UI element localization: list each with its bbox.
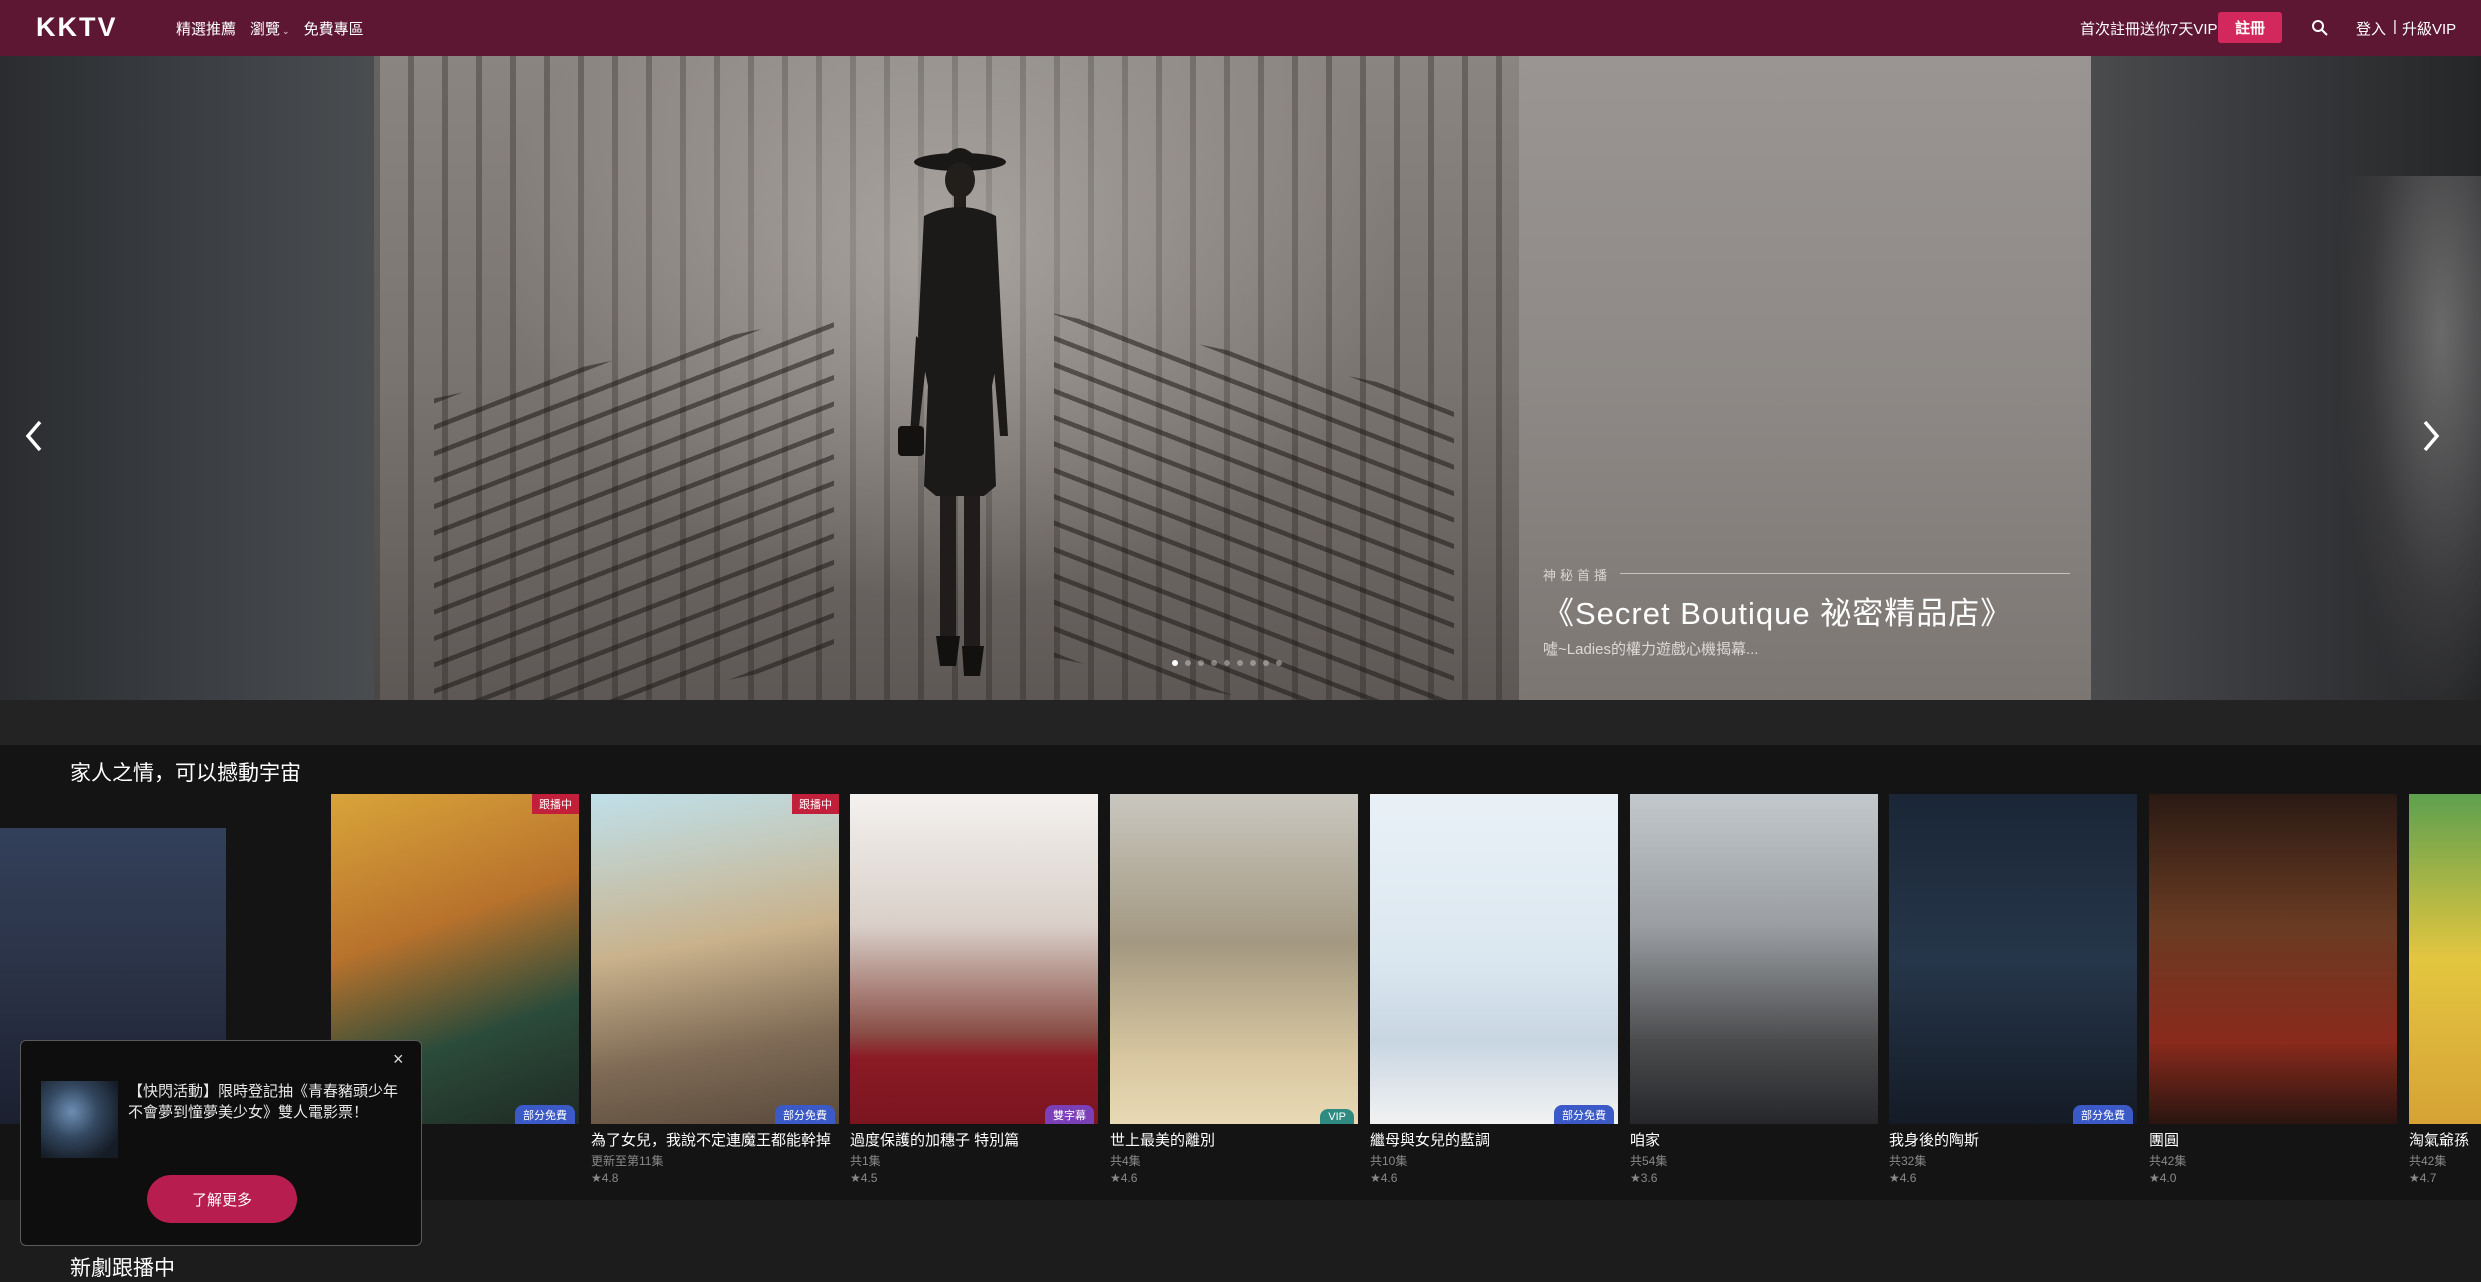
card-episodes: 共32集 bbox=[1889, 1154, 1927, 1168]
card-rating: ★4.6 bbox=[1110, 1171, 1138, 1185]
poster-image: 雙字幕 bbox=[850, 794, 1098, 1124]
card-rating: ★4.5 bbox=[850, 1171, 878, 1185]
card-title: 我身後的陶斯 bbox=[1889, 1132, 1980, 1149]
card-title: 為了女兒，我說不定連魔王都能幹掉 bbox=[591, 1132, 832, 1149]
status-badge: 部分免費 bbox=[775, 1105, 835, 1124]
chevron-right-icon[interactable] bbox=[2415, 416, 2445, 456]
card-title: 咱家 bbox=[1630, 1132, 1661, 1149]
carousel-dot[interactable] bbox=[1250, 660, 1256, 666]
nav-browse-label: 瀏覽 bbox=[250, 21, 281, 38]
drama-card[interactable]: 跟播中 部分免費 為了女兒，我說不定連魔王都能幹掉 更新至第11集 ★4.8 bbox=[591, 794, 839, 1185]
status-badge: 部分免費 bbox=[2073, 1105, 2133, 1124]
card-title: 過度保護的加穗子 特別篇 bbox=[850, 1132, 1020, 1149]
drama-card[interactable]: 團圓 共42集 ★4.0 bbox=[2149, 794, 2397, 1185]
header-separator: | bbox=[2393, 18, 2397, 35]
status-badge: VIP bbox=[1320, 1109, 1354, 1124]
hero-prev-slide-preview[interactable] bbox=[0, 56, 374, 700]
status-badge: 部分免費 bbox=[1554, 1105, 1614, 1124]
hero-pews-left bbox=[434, 313, 834, 700]
drama-card[interactable]: 部分免費 我身後的陶斯 共32集 ★4.6 bbox=[1889, 794, 2137, 1185]
card-rating: ★4.0 bbox=[2149, 1171, 2177, 1185]
next-slide-figure bbox=[2341, 176, 2481, 700]
poster-image: VIP bbox=[1110, 794, 1358, 1124]
card-rating: ★4.6 bbox=[1889, 1171, 1917, 1185]
card-rating: ★3.6 bbox=[1630, 1171, 1658, 1185]
hero-artwork bbox=[374, 56, 1519, 700]
main-nav: 精選推薦 瀏覽 ⌄ 免費專區 bbox=[176, 18, 364, 39]
card-rating: ★4.6 bbox=[1370, 1171, 1398, 1185]
carousel-dot[interactable] bbox=[1211, 660, 1217, 666]
chevron-left-icon[interactable] bbox=[20, 416, 50, 456]
promo-text: 【快閃活動】限時登記抽《青春豬頭少年不會夢到憧夢美少女》雙人電影票！ bbox=[128, 1083, 399, 1121]
kktv-logo[interactable]: KKTV bbox=[36, 12, 118, 43]
login-link[interactable]: 登入 bbox=[2356, 18, 2386, 39]
card-rating: ★4.8 bbox=[591, 1171, 619, 1185]
poster-image: 部分免費 bbox=[1370, 794, 1618, 1124]
carousel-dot[interactable] bbox=[1237, 660, 1243, 666]
hero-figure-silhouette bbox=[898, 148, 1008, 676]
hero-subtitle: 噓~Ladies的權力遊戲心機揭幕... bbox=[1543, 641, 1759, 658]
status-badge: 雙字幕 bbox=[1045, 1105, 1094, 1124]
chevron-down-icon: ⌄ bbox=[282, 26, 290, 36]
hero-divider bbox=[1620, 573, 2070, 574]
hero-eyebrow-label: 神秘首播 bbox=[1543, 568, 1612, 583]
card-rating: ★4.7 bbox=[2409, 1171, 2437, 1185]
poster-image: 跟播中 部分免費 bbox=[591, 794, 839, 1124]
card-episodes: 共10集 bbox=[1370, 1154, 1408, 1168]
status-badge-live: 跟播中 bbox=[792, 794, 839, 814]
drama-card[interactable]: 咱家 共54集 ★3.6 bbox=[1630, 794, 1878, 1185]
carousel-dot[interactable] bbox=[1224, 660, 1230, 666]
poster-image bbox=[1630, 794, 1878, 1124]
poster-image bbox=[2149, 794, 2397, 1124]
nav-browse[interactable]: 瀏覽 ⌄ bbox=[250, 18, 290, 39]
promo-popup: × 【快閃活動】限時登記抽《青春豬頭少年不會夢到憧夢美少女》雙人電影票！ 了解更… bbox=[20, 1040, 422, 1246]
card-title: 世上最美的離別 bbox=[1110, 1132, 1216, 1149]
promo-thumbnail bbox=[41, 1081, 118, 1158]
nav-free-zone[interactable]: 免費專區 bbox=[304, 18, 364, 39]
drama-card[interactable]: VIP 世上最美的離別 共4集 ★4.6 bbox=[1110, 794, 1358, 1185]
status-badge-live: 跟播中 bbox=[532, 794, 579, 814]
poster-image: 部分免費 bbox=[1889, 794, 2137, 1124]
carousel-dot[interactable] bbox=[1198, 660, 1204, 666]
carousel-dot[interactable] bbox=[1263, 660, 1269, 666]
close-icon[interactable]: × bbox=[393, 1049, 404, 1070]
hero-carousel[interactable]: 神秘首播 《Secret Boutique 祕密精品店》 噓~Ladies的權力… bbox=[0, 56, 2481, 700]
next-card-peek[interactable] bbox=[2409, 794, 2481, 1124]
row-title-family: 家人之情，可以撼動宇宙 bbox=[70, 762, 301, 785]
section-spacer bbox=[0, 700, 2481, 745]
carousel-dots bbox=[1172, 660, 1282, 666]
card-episodes: 共54集 bbox=[1630, 1154, 1668, 1168]
nav-featured[interactable]: 精選推薦 bbox=[176, 18, 236, 39]
carousel-dot[interactable] bbox=[1276, 660, 1282, 666]
carousel-dot[interactable] bbox=[1172, 660, 1178, 666]
card-episodes: 共42集 bbox=[2149, 1154, 2187, 1168]
card-episodes: 共42集 bbox=[2409, 1154, 2447, 1168]
carousel-dot[interactable] bbox=[1185, 660, 1191, 666]
signup-promo-text: 首次註冊送你7天VIP bbox=[2080, 21, 2218, 38]
hero-next-slide-preview[interactable] bbox=[2091, 56, 2481, 700]
hero-title[interactable]: 《Secret Boutique 祕密精品店》 bbox=[1543, 588, 2012, 633]
card-episodes: 共4集 bbox=[1110, 1154, 1141, 1168]
drama-card[interactable]: 部分免費 繼母與女兒的藍調 共10集 ★4.6 bbox=[1370, 794, 1618, 1185]
upgrade-vip-link[interactable]: 升級VIP bbox=[2402, 18, 2456, 39]
top-nav-bar: KKTV 精選推薦 瀏覽 ⌄ 免費專區 首次註冊送你7天VIP 註冊 登入 | 升… bbox=[0, 0, 2481, 56]
hero-pews-right bbox=[1054, 313, 1454, 700]
card-episodes: 更新至第11集 bbox=[591, 1154, 664, 1168]
register-button[interactable]: 註冊 bbox=[2218, 12, 2282, 43]
learn-more-button[interactable]: 了解更多 bbox=[147, 1175, 297, 1223]
search-icon[interactable] bbox=[2309, 17, 2331, 39]
card-episodes: 共1集 bbox=[850, 1154, 881, 1168]
row-title-new-dramas: 新劇跟播中 bbox=[70, 1257, 175, 1280]
drama-card-partial[interactable]: 淘氣爺孫 共42集 ★4.7 bbox=[2409, 1124, 2481, 1185]
card-title: 繼母與女兒的藍調 bbox=[1370, 1132, 1491, 1149]
drama-card[interactable]: 雙字幕 過度保護的加穗子 特別篇 共1集 ★4.5 bbox=[850, 794, 1098, 1185]
status-badge: 部分免費 bbox=[515, 1105, 575, 1124]
card-title: 淘氣爺孫 bbox=[2409, 1132, 2470, 1149]
card-title: 團圓 bbox=[2149, 1132, 2180, 1149]
